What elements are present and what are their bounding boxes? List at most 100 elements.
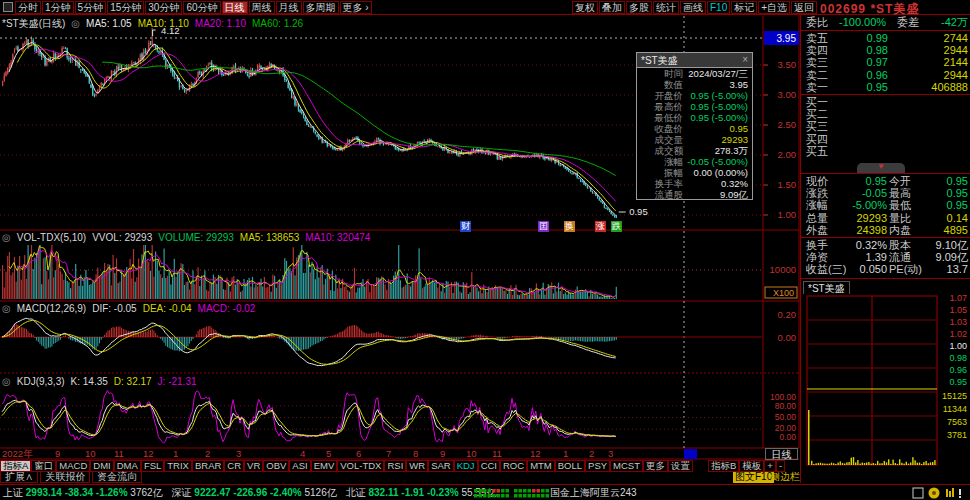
tooltip-row: 最高价0.95 (-5.00%) xyxy=(637,101,752,112)
tool-btn-7[interactable]: +自选 xyxy=(758,1,790,14)
tool-btn-1[interactable]: 叠加 xyxy=(599,1,625,14)
divider xyxy=(801,173,970,174)
month-label: 4 xyxy=(300,448,305,459)
ask-row-3[interactable]: 卖三0.972144 xyxy=(801,56,970,68)
ext-btn-0[interactable]: 扩展∧ xyxy=(0,471,38,483)
tooltip-row: 换手率0.32% xyxy=(637,178,752,189)
info-row: 外盘24398 内盘4895 xyxy=(801,224,970,236)
ask-row-5[interactable]: 卖五0.992744 xyxy=(801,32,970,44)
ask-row-4[interactable]: 卖四0.982944 xyxy=(801,44,970,56)
index-quote-深证[interactable]: 深证 9222.47 -226.96 -2.40% 5126亿 xyxy=(172,487,337,498)
server-name[interactable]: 国金上海阿里云243 xyxy=(550,485,637,500)
period-btn-10[interactable]: 更多 › xyxy=(340,1,372,14)
info-row: 涨跌-0.05 最高0.95 xyxy=(801,187,970,199)
divider xyxy=(801,30,970,31)
ask-row-1[interactable]: 卖一0.95406888 xyxy=(801,81,970,93)
pane-title: *ST美盛(日线) xyxy=(2,18,65,29)
tool-btn-3[interactable]: 统计 xyxy=(653,1,679,14)
tool-btn-2[interactable]: 多股 xyxy=(626,1,652,14)
indicator-value: DEA: -0.04 xyxy=(143,303,192,314)
indicator-value: VOLUME: 29293 xyxy=(158,232,234,243)
period-btn-6[interactable]: 日线 xyxy=(222,1,248,14)
period-btn-2[interactable]: 5分钟 xyxy=(75,1,107,14)
event-icon-换[interactable]: 换 xyxy=(564,221,575,232)
ext-btn-1[interactable]: 关联报价 xyxy=(40,471,90,483)
period-tab[interactable]: 日线 xyxy=(765,448,798,460)
svg-text:80.00: 80.00 xyxy=(775,401,797,411)
status-bar: 上证 2993.14 -38.34 -1.26% 3762亿深证 9222.47… xyxy=(0,484,970,500)
event-icon-跌[interactable]: 跌 xyxy=(611,221,622,232)
ext-btn-2[interactable]: 资金流向 xyxy=(92,471,142,483)
period-toolbar: 分时1分钟5分钟15分钟30分钟60分钟日线周线月线多周期更多 › xyxy=(15,1,373,19)
candle-info-tooltip: *ST美盛× 时间2024/03/27/三数值3.95开盘价0.95 (-5.0… xyxy=(636,52,753,200)
time-axis: 2022年 9101112123456789101112123 日线 xyxy=(0,448,800,460)
indicator-value: MA10: 1.10 xyxy=(138,18,189,29)
mini-price-label: 1.02 xyxy=(949,329,967,339)
mini-vol-label: 11344 xyxy=(943,404,967,414)
indicator-tab-模板[interactable]: 模板 xyxy=(739,460,764,472)
bid-row-2[interactable]: 买二 xyxy=(801,108,970,120)
tooltip-row: 最低价0.95 (-5.00%) xyxy=(637,112,752,123)
status-icons[interactable] xyxy=(912,486,967,500)
period-btn-5[interactable]: 60分钟 xyxy=(183,1,220,14)
tool-btn-0[interactable]: 复权 xyxy=(572,1,598,14)
tool-btn-5[interactable]: F10 xyxy=(707,1,730,14)
event-icon-囯[interactable]: 囯 xyxy=(538,221,549,232)
quote-panel-stock-tab[interactable]: *ST美盛 xyxy=(803,281,850,294)
toggle-icon[interactable]: ◎ xyxy=(2,303,11,314)
svg-text:1.00: 1.00 xyxy=(778,209,797,220)
period-btn-0[interactable]: 分时 xyxy=(15,1,41,14)
bid-row-3[interactable]: 买三 xyxy=(801,120,970,132)
event-icon-涨[interactable]: 涨 xyxy=(595,221,606,232)
toggle-icon[interactable]: ◎ xyxy=(2,376,11,387)
tooltip-title: *ST美盛× xyxy=(637,53,752,68)
period-btn-7[interactable]: 周线 xyxy=(249,1,275,14)
svg-text:X100: X100 xyxy=(773,288,794,298)
mini-vol-label: 3781 xyxy=(947,430,967,440)
tool-btn-4[interactable]: 画线 xyxy=(680,1,706,14)
tdx-app: 3.503.002.502.001.501.004.120.953.951000… xyxy=(0,0,970,500)
panel-collapse-handle[interactable]: ▼ xyxy=(857,163,905,173)
stock-code-header: 002699 *ST美盛 xyxy=(820,1,919,18)
toggle-icon[interactable]: ◎ xyxy=(71,18,80,29)
close-icon[interactable]: × xyxy=(742,54,748,65)
period-btn-3[interactable]: 15分钟 xyxy=(107,1,144,14)
tools-toolbar: 复权叠加多股统计画线F10标记+自选返回 xyxy=(572,1,818,19)
indicator-tab-指标B[interactable]: 指标B xyxy=(708,460,739,472)
index-quote-上证[interactable]: 上证 2993.14 -38.34 -1.26% 3762亿 xyxy=(3,487,163,498)
period-btn-9[interactable]: 多周期 xyxy=(303,1,339,14)
indicator-tab--[interactable]: - xyxy=(776,460,785,472)
bid-row-5[interactable]: 买五 xyxy=(801,145,970,157)
svg-text:50.00: 50.00 xyxy=(775,412,797,422)
month-label: 6 xyxy=(356,448,361,459)
mini-price-label: 0.98 xyxy=(949,353,967,363)
indicator-value: MACD: -0.02 xyxy=(198,303,256,314)
svg-text:0.00: 0.00 xyxy=(778,332,797,343)
period-btn-8[interactable]: 月线 xyxy=(276,1,302,14)
app-window-icon[interactable] xyxy=(3,2,13,12)
bid-row-1[interactable]: 买一 xyxy=(801,96,970,108)
month-label: 8 xyxy=(413,448,418,459)
tool-btn-6[interactable]: 标记 xyxy=(731,1,757,14)
indicator-value: D: 32.17 xyxy=(114,376,152,387)
bid-row-4[interactable]: 买四 xyxy=(801,133,970,145)
tool-btn-8[interactable]: 返回 xyxy=(791,1,817,14)
svg-text:0.00: 0.00 xyxy=(779,432,796,442)
ask-row-2[interactable]: 卖二0.962944 xyxy=(801,69,970,81)
mini-price-label: 1.00 xyxy=(949,341,967,351)
period-btn-1[interactable]: 1分钟 xyxy=(42,1,74,14)
indicator-value: MACD(12,26,9) xyxy=(17,303,86,314)
info-row: 现价0.95 今开0.95 xyxy=(801,175,970,187)
month-label: 12 xyxy=(530,448,541,459)
divider xyxy=(801,237,970,238)
event-icon-财[interactable]: 财 xyxy=(460,221,471,232)
volume-pane-header: ◎VOL-TDX(5,10)VVOL: 29293VOLUME: 29293MA… xyxy=(2,232,376,243)
month-label: 7 xyxy=(386,448,391,459)
mini-price-label: 0.96 xyxy=(949,365,967,375)
svg-text:10000: 10000 xyxy=(770,264,796,275)
indicator-value: J: -21.31 xyxy=(158,376,197,387)
main-pane-header: *ST美盛(日线)◎MA5: 1.05MA10: 1.10MA20: 1.10M… xyxy=(2,17,309,31)
toggle-icon[interactable]: ◎ xyxy=(2,232,11,243)
period-btn-4[interactable]: 30分钟 xyxy=(145,1,182,14)
indicator-tab-+[interactable]: + xyxy=(764,460,776,472)
